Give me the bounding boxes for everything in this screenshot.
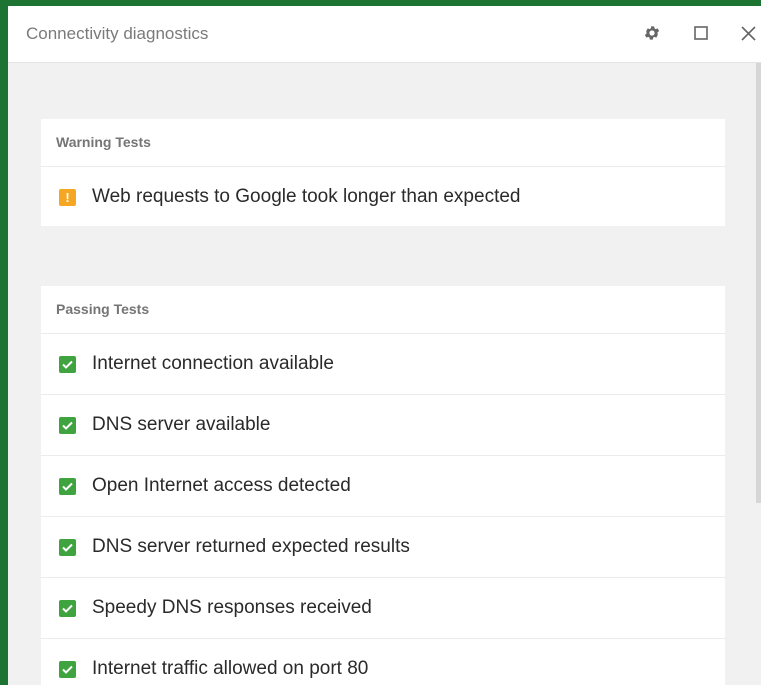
test-result-text: Web requests to Google took longer than … <box>92 186 521 207</box>
list-item: DNS server available <box>41 395 725 456</box>
test-result-text: DNS server available <box>92 414 271 435</box>
scrollbar[interactable] <box>756 63 761 503</box>
passing-tests-card: Passing Tests Internet connection availa… <box>41 286 725 685</box>
test-result-text: Speedy DNS responses received <box>92 597 372 618</box>
list-item: Open Internet access detected <box>41 456 725 517</box>
list-item: Speedy DNS responses received <box>41 578 725 639</box>
warning-icon: ! <box>59 188 76 206</box>
passing-tests-header: Passing Tests <box>41 286 725 334</box>
checkmark-icon <box>59 477 76 495</box>
checkmark-icon <box>59 660 76 678</box>
list-item: Internet traffic allowed on port 80 <box>41 639 725 685</box>
list-item: ! Web requests to Google took longer tha… <box>41 167 725 227</box>
test-result-text: Internet connection available <box>92 353 334 374</box>
test-result-text: Open Internet access detected <box>92 475 351 496</box>
gear-icon <box>644 26 660 40</box>
test-result-text: Internet traffic allowed on port 80 <box>92 658 369 679</box>
checkmark-icon <box>59 355 76 373</box>
test-result-text: DNS server returned expected results <box>92 536 410 557</box>
window-title: Connectivity diagnostics <box>26 24 209 43</box>
list-item: Internet connection available <box>41 334 725 395</box>
warning-tests-card: Warning Tests ! Web requests to Google t… <box>41 119 725 226</box>
square-icon <box>694 26 708 40</box>
maximize-button[interactable] <box>688 20 714 46</box>
warning-tests-header: Warning Tests <box>41 119 725 167</box>
title-bar: Connectivity diagnostics <box>8 6 761 63</box>
checkmark-icon <box>59 599 76 617</box>
settings-button[interactable] <box>639 20 665 46</box>
checkmark-icon <box>59 416 76 434</box>
diagnostics-window: Connectivity diagnostics Warning Tests !… <box>8 6 761 685</box>
close-button[interactable] <box>735 20 761 46</box>
list-item: DNS server returned expected results <box>41 517 725 578</box>
close-icon <box>740 25 756 41</box>
checkmark-icon <box>59 538 76 556</box>
